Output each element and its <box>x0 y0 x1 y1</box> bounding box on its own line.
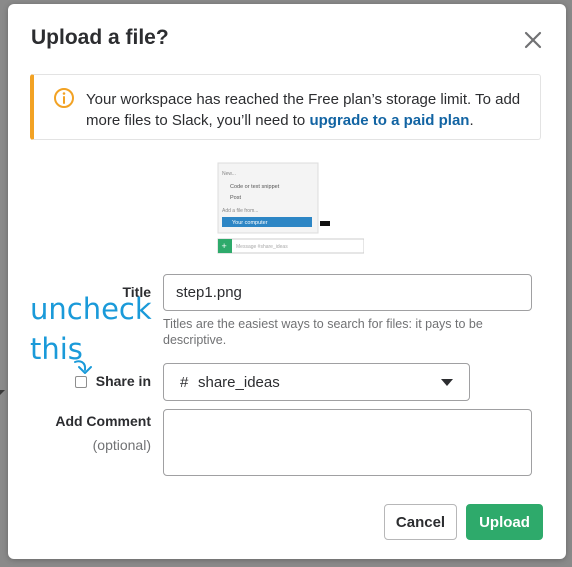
dialog-title: Upload a file? <box>31 26 169 49</box>
preview-menu-computer: Your computer <box>232 220 268 226</box>
close-icon[interactable] <box>521 28 545 52</box>
handwritten-annotation: uncheck this <box>30 289 152 369</box>
upload-dialog: Upload a file? Your workspace has reache… <box>8 4 566 559</box>
banner-suffix: . <box>469 112 474 129</box>
title-input[interactable]: step1.png <box>163 274 532 311</box>
upload-button[interactable]: Upload <box>466 504 543 540</box>
preview-menu-post: Post <box>230 195 241 201</box>
preview-menu-add-from: Add a file from... <box>222 208 258 214</box>
annotation-line-1: uncheck <box>30 292 152 326</box>
comment-label: Add Comment <box>55 413 151 429</box>
share-label: Share in <box>95 373 151 389</box>
file-preview-thumbnail: New... Code or text snippet Post Add a f… <box>214 159 365 255</box>
chevron-down-icon <box>441 379 453 386</box>
comment-textarea[interactable] <box>163 409 532 476</box>
channel-value: share_ideas <box>198 374 280 391</box>
background-edge-marker <box>0 390 5 395</box>
svg-text:+: + <box>222 241 227 251</box>
preview-menu-new: New... <box>222 171 236 177</box>
info-icon <box>53 87 75 109</box>
storage-limit-banner: Your workspace has reached the Free plan… <box>30 74 541 140</box>
upgrade-link[interactable]: upgrade to a paid plan <box>309 112 469 129</box>
channel-hash-icon: # <box>180 374 189 391</box>
annotation-arrow-icon <box>72 358 98 380</box>
preview-message-placeholder: Message #share_ideas <box>236 244 288 250</box>
channel-select[interactable]: # share_ideas <box>163 363 470 401</box>
comment-optional-label: (optional) <box>92 437 151 453</box>
cancel-button[interactable]: Cancel <box>384 504 457 540</box>
title-hint: Titles are the easiest ways to search fo… <box>163 317 483 347</box>
banner-message: Your workspace has reached the Free plan… <box>86 89 528 131</box>
preview-menu-snippet: Code or text snippet <box>230 184 280 190</box>
